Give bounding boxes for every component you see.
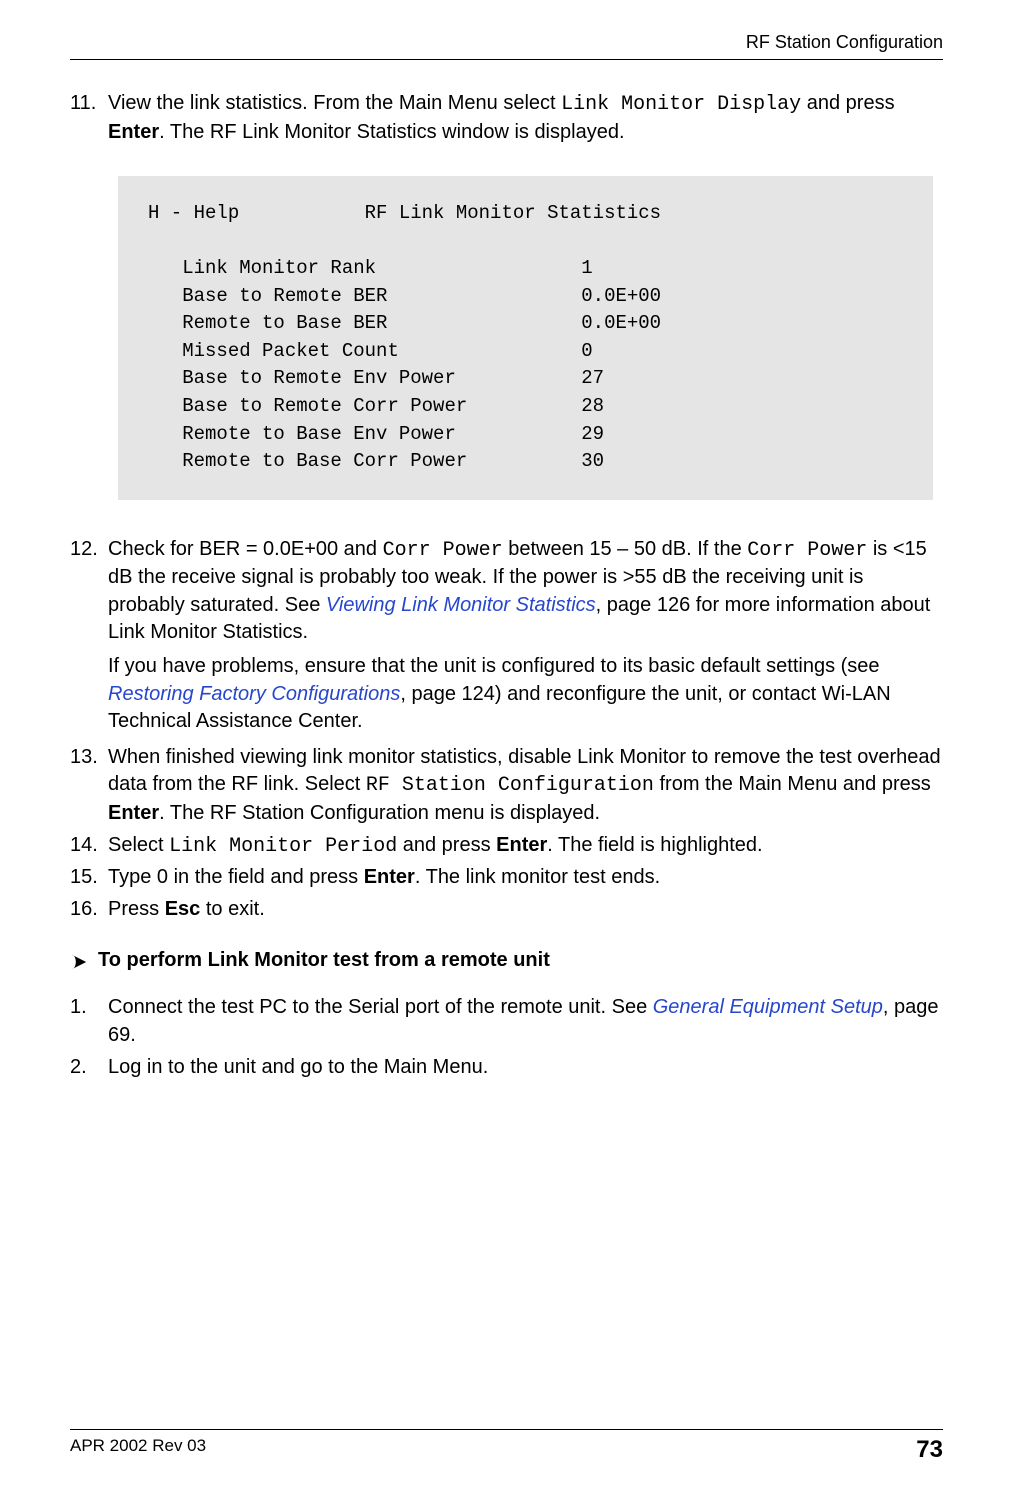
footer-left: APR 2002 Rev 03 [70,1436,206,1464]
text-run: Enter [108,121,159,143]
text-run: . The RF Station Configuration menu is d… [159,802,600,824]
text-run: Corr Power [383,539,503,562]
step-number: 11. [70,90,108,146]
text-run: and press [397,834,496,856]
step-body: Log in to the unit and go to the Main Me… [108,1054,943,1082]
text-run: Select [108,834,169,856]
text-run: to exit. [200,898,264,920]
text-run: Log in to the unit and go to the Main Me… [108,1056,488,1078]
text-run: View the link statistics. From the Main … [108,92,561,114]
text-run: If you have problems, ensure that the un… [108,655,880,677]
text-run: . The field is highlighted. [547,834,762,856]
step-number: 15. [70,864,108,892]
step-paragraph: If you have problems, ensure that the un… [108,653,943,736]
step-number: 1. [70,994,108,1049]
text-run: . The RF Link Monitor Statistics window … [159,121,624,143]
text-run: Link Monitor Period [169,835,397,858]
page-footer: APR 2002 Rev 03 73 [70,1429,943,1464]
text-run: Enter [496,834,547,856]
text-run: between 15 – 50 dB. If the [503,538,748,560]
text-run: . The link monitor test ends. [415,866,660,888]
step-body: When finished viewing link monitor stati… [108,744,943,828]
list-item: 11.View the link statistics. From the Ma… [70,90,943,146]
step-number: 2. [70,1054,108,1082]
terminal-output-block: H - Help RF Link Monitor Statistics Link… [118,176,933,499]
subheading-title: To perform Link Monitor test from a remo… [98,949,550,972]
text-run: RF Station Configuration [366,774,654,797]
cross-reference-link[interactable]: General Equipment Setup [653,996,883,1018]
step-number: 12. [70,536,108,740]
list-item: 13.When finished viewing link monitor st… [70,744,943,828]
text-run: Check for BER = 0.0E+00 and [108,538,383,560]
text-run: Press [108,898,165,920]
step-body: Check for BER = 0.0E+00 and Corr Power b… [108,536,943,740]
step-list-a: 11.View the link statistics. From the Ma… [70,90,943,146]
cross-reference-link[interactable]: Restoring Factory Configurations [108,683,400,705]
step-body: Press Esc to exit. [108,896,943,924]
text-run: from the Main Menu and press [654,773,931,795]
step-number: 13. [70,744,108,828]
subheading-row: To perform Link Monitor test from a remo… [70,949,943,972]
cross-reference-link[interactable]: Viewing Link Monitor Statistics [326,594,596,616]
text-run: Corr Power [747,539,867,562]
page-number: 73 [916,1436,943,1464]
step-number: 14. [70,832,108,861]
list-item: 1.Connect the test PC to the Serial port… [70,994,943,1049]
header-title: RF Station Configuration [746,32,943,52]
list-item: 16.Press Esc to exit. [70,896,943,924]
list-item: 2.Log in to the unit and go to the Main … [70,1054,943,1082]
step-number: 16. [70,896,108,924]
text-run: Enter [364,866,415,888]
step-list-b: 12.Check for BER = 0.0E+00 and Corr Powe… [70,536,943,924]
text-run: Link Monitor Display [561,93,801,116]
step-body: Connect the test PC to the Serial port o… [108,994,943,1049]
step-list-c: 1.Connect the test PC to the Serial port… [70,994,943,1081]
text-run: Enter [108,802,159,824]
page-header: RF Station Configuration [70,32,943,60]
list-item: 15.Type 0 in the field and press Enter. … [70,864,943,892]
step-body: Select Link Monitor Period and press Ent… [108,832,943,861]
list-item: 14.Select Link Monitor Period and press … [70,832,943,861]
step-body: View the link statistics. From the Main … [108,90,943,146]
page-content: 11.View the link statistics. From the Ma… [70,90,943,1085]
list-item: 12.Check for BER = 0.0E+00 and Corr Powe… [70,536,943,740]
text-run: and press [801,92,894,114]
text-run: Esc [165,898,201,920]
text-run: Type 0 in the field and press [108,866,364,888]
arrow-icon [70,953,88,971]
step-body: Type 0 in the field and press Enter. The… [108,864,943,892]
text-run: Connect the test PC to the Serial port o… [108,996,653,1018]
